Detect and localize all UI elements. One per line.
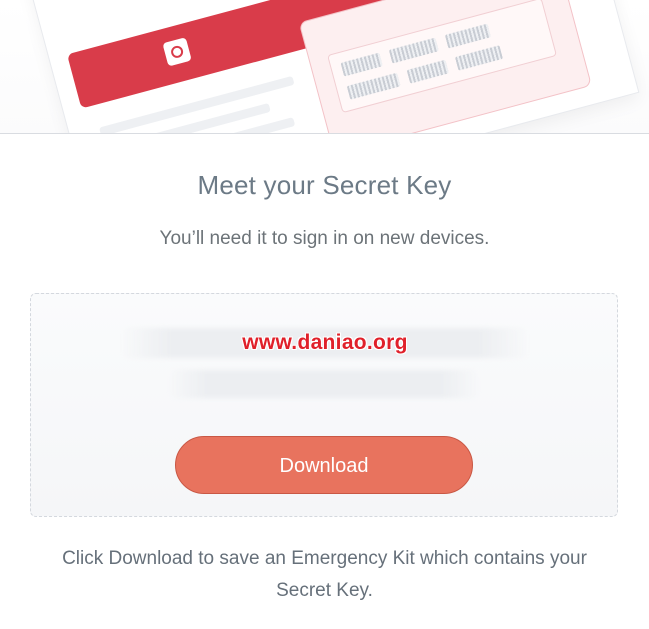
kit-logo-icon (162, 37, 192, 67)
page-subtitle: You’ll need it to sign in on new devices… (159, 228, 490, 249)
kit-key-chunk (406, 59, 449, 84)
page-title: Meet your Secret Key (197, 170, 452, 200)
emergency-kit-illustration (0, 0, 649, 134)
kit-key-chunk (340, 52, 383, 77)
watermark-text: www.daniao.org (242, 331, 408, 354)
kit-secret-key-field (327, 0, 558, 114)
kit-secret-key-box (298, 0, 592, 134)
kit-key-chunk (388, 37, 439, 64)
kit-key-chunk (444, 23, 491, 49)
secret-key-panel: www.daniao.org Download (30, 293, 618, 517)
download-instructions: Click Download to save an Emergency Kit … (40, 543, 609, 607)
download-instructions-line: Click Download to save an Emergency Kit … (62, 548, 587, 569)
emergency-kit-document (11, 0, 639, 134)
secret-key-page: Meet your Secret Key You’ll need it to s… (0, 0, 649, 629)
kit-key-chunk (454, 45, 503, 71)
download-instructions-line: Secret Key. (276, 580, 373, 601)
secret-key-blurred-line (169, 370, 479, 398)
download-button[interactable]: Download (175, 436, 473, 494)
kit-key-chunk (346, 72, 401, 100)
hero-divider (0, 133, 649, 134)
